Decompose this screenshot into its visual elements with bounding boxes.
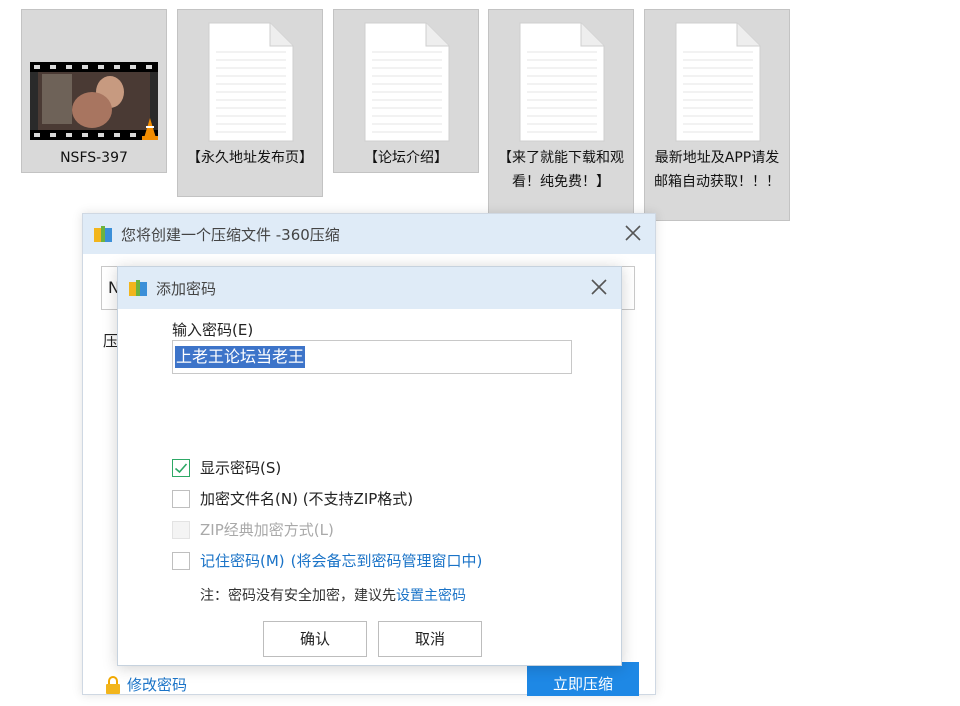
password-dialog-title: 添加密码 — [156, 280, 217, 298]
password-dialog-titlebar[interactable]: 添加密码 — [118, 267, 621, 309]
360zip-app-icon — [94, 226, 112, 242]
modify-password-link[interactable]: 修改密码 — [105, 674, 187, 695]
encrypt-filenames-label: 加密文件名(N) (不支持ZIP格式) — [200, 490, 414, 508]
video-thumbnail — [22, 10, 166, 145]
document-icon — [208, 22, 294, 142]
remember-password-option[interactable]: 记住密码(M) (将会备忘到密码管理窗口中) — [172, 550, 482, 571]
close-icon[interactable] — [589, 277, 609, 297]
set-master-password-link[interactable]: 设置主密码 — [396, 588, 466, 604]
show-password-label: 显示密码(S) — [200, 459, 282, 477]
remember-password-note: (将会备忘到密码管理窗口中) — [290, 552, 483, 570]
cancel-button[interactable]: 取消 — [378, 621, 482, 657]
confirm-button[interactable]: 确认 — [263, 621, 367, 657]
modify-password-label: 修改密码 — [127, 676, 188, 694]
password-input[interactable]: 上老王论坛当老王 — [172, 340, 572, 374]
add-password-dialog: 添加密码 输入密码(E) 上老王论坛当老王 显示密码(S) 加密文件名(N) (… — [117, 266, 622, 666]
password-value: 上老王论坛当老王 — [175, 346, 306, 368]
document-icon — [675, 22, 761, 142]
file-tile-video[interactable]: NSFS-397 — [21, 9, 167, 173]
security-note: 注：密码没有安全加密，建议先设置主密码 — [200, 585, 466, 605]
file-name: NSFS-397 — [60, 150, 128, 166]
show-password-option[interactable]: 显示密码(S) — [172, 457, 281, 478]
compress-now-button[interactable]: 立即压缩 — [527, 662, 639, 696]
compress-dialog-title: 您将创建一个压缩文件 -360压缩 — [121, 226, 340, 244]
zip-classic-option: ZIP经典加密方式(L) — [172, 519, 334, 540]
file-name: 【永久地址发布页】 — [187, 150, 313, 166]
encrypt-filenames-checkbox[interactable] — [172, 489, 190, 508]
file-tile-document[interactable]: 【永久地址发布页】 — [177, 9, 323, 197]
remember-password-label: 记住密码(M) — [200, 552, 285, 570]
checkmark-icon — [174, 462, 188, 473]
file-name: 最新地址及APP请发邮箱自动获取！！！ — [654, 150, 780, 190]
360zip-app-icon — [129, 280, 147, 296]
file-tile-document[interactable]: 最新地址及APP请发邮箱自动获取！！！ — [644, 9, 790, 221]
file-tile-document[interactable]: 【论坛介绍】 — [333, 9, 479, 173]
lock-icon — [106, 675, 120, 694]
file-name: 【来了就能下载和观看！纯免费！】 — [498, 150, 624, 190]
zip-classic-label: ZIP经典加密方式(L) — [200, 521, 334, 539]
video-file-icon — [30, 62, 158, 140]
file-name: 【论坛介绍】 — [364, 150, 448, 166]
file-tile-document[interactable]: 【来了就能下载和观看！纯免费！】 — [488, 9, 634, 217]
compress-dialog-titlebar[interactable]: 您将创建一个压缩文件 -360压缩 — [83, 214, 655, 254]
show-password-checkbox[interactable] — [172, 458, 190, 477]
document-icon — [364, 22, 450, 142]
remember-password-checkbox[interactable] — [172, 551, 190, 570]
security-note-text: 注：密码没有安全加密，建议先 — [200, 588, 396, 604]
close-icon[interactable] — [623, 223, 643, 243]
zip-classic-checkbox — [172, 520, 190, 539]
document-icon — [519, 22, 605, 142]
compress-section-label: 压 — [103, 332, 119, 350]
password-input-label: 输入密码(E) — [172, 321, 254, 339]
encrypt-filenames-option[interactable]: 加密文件名(N) (不支持ZIP格式) — [172, 488, 413, 509]
